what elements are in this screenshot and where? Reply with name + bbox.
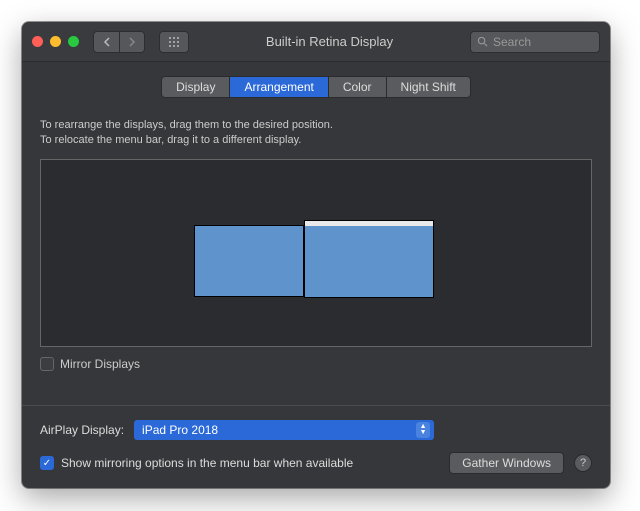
- instructions-text: To rearrange the displays, drag them to …: [40, 118, 592, 149]
- right-group: Gather Windows ?: [449, 452, 592, 474]
- display-primary[interactable]: [304, 220, 434, 298]
- arrangement-canvas[interactable]: [40, 159, 592, 347]
- mirror-displays-label: Mirror Displays: [60, 357, 140, 371]
- zoom-icon[interactable]: [68, 36, 79, 47]
- show-all-button[interactable]: [159, 31, 189, 53]
- window-controls: [32, 36, 79, 47]
- bottom-row: ✓ Show mirroring options in the menu bar…: [40, 452, 592, 474]
- help-button[interactable]: ?: [574, 454, 592, 472]
- tab-night-shift[interactable]: Night Shift: [387, 77, 470, 97]
- chevron-updown-icon: ▲▼: [416, 422, 430, 438]
- forward-button[interactable]: [119, 31, 145, 53]
- window-title: Built-in Retina Display: [197, 34, 462, 49]
- show-mirroring-checkbox[interactable]: ✓: [40, 456, 54, 470]
- search-input[interactable]: [493, 35, 593, 49]
- airplay-selected: iPad Pro 2018: [142, 423, 218, 437]
- tab-display[interactable]: Display: [162, 77, 230, 97]
- mirror-displays-checkbox[interactable]: [40, 357, 54, 371]
- menubar-indicator[interactable]: [305, 221, 433, 226]
- gather-windows-button[interactable]: Gather Windows: [449, 452, 564, 474]
- tab-bar: Display Arrangement Color Night Shift: [161, 76, 471, 98]
- lower-section: AirPlay Display: iPad Pro 2018 ▲▼ ✓ Show…: [22, 405, 610, 488]
- content-area: Display Arrangement Color Night Shift To…: [22, 62, 610, 405]
- search-field[interactable]: [470, 31, 600, 53]
- airplay-label: AirPlay Display:: [40, 423, 124, 437]
- minimize-icon[interactable]: [50, 36, 61, 47]
- preferences-window: Built-in Retina Display Display Arrangem…: [22, 22, 610, 488]
- airplay-dropdown[interactable]: iPad Pro 2018 ▲▼: [134, 420, 434, 440]
- display-secondary[interactable]: [194, 225, 304, 297]
- tab-arrangement[interactable]: Arrangement: [230, 77, 328, 97]
- show-mirroring-label: Show mirroring options in the menu bar w…: [61, 456, 353, 470]
- show-mirroring-row: ✓ Show mirroring options in the menu bar…: [40, 456, 353, 470]
- instruction-line: To rearrange the displays, drag them to …: [40, 118, 592, 133]
- titlebar: Built-in Retina Display: [22, 22, 610, 62]
- close-icon[interactable]: [32, 36, 43, 47]
- nav-buttons: [93, 31, 145, 53]
- instruction-line: To relocate the menu bar, drag it to a d…: [40, 133, 592, 148]
- airplay-row: AirPlay Display: iPad Pro 2018 ▲▼: [40, 420, 592, 440]
- mirror-row: Mirror Displays: [40, 357, 592, 371]
- search-icon: [477, 36, 488, 47]
- back-button[interactable]: [93, 31, 119, 53]
- tab-color[interactable]: Color: [329, 77, 387, 97]
